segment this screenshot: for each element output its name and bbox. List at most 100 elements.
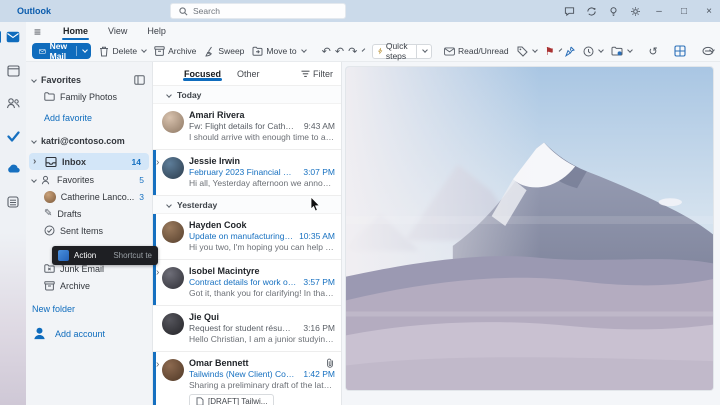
inbox-expand-icon[interactable]: › [33, 156, 40, 167]
rail-todo-icon[interactable] [5, 129, 21, 143]
avatar [162, 313, 184, 335]
message-row[interactable]: Jie Qui Request for student résumé revie… [153, 306, 341, 352]
apps-grid-icon [674, 45, 686, 57]
inbox-count: 14 [132, 157, 141, 167]
new-mail-dropdown[interactable] [76, 46, 91, 56]
rail-people-icon[interactable] [5, 96, 21, 110]
message-list: Focused Other Filter Today Amari Rivera … [152, 62, 342, 405]
delete-button[interactable]: Delete [95, 44, 150, 59]
sweep-broom-icon [204, 46, 215, 57]
avatar [162, 221, 184, 243]
titlebar: Outlook Search [0, 0, 720, 22]
search-placeholder: Search [193, 6, 220, 16]
quick-steps-dropdown[interactable] [416, 44, 431, 59]
expand-conversation-icon[interactable]: › [156, 267, 159, 278]
search-icon [179, 7, 188, 16]
print-button[interactable] [698, 44, 718, 58]
forward-dropdown[interactable] [362, 48, 366, 52]
search-input[interactable]: Search [170, 3, 346, 19]
tab-view[interactable]: View [106, 24, 129, 39]
favorites-header[interactable]: Favorites [26, 71, 152, 88]
rail-more-apps-icon[interactable] [5, 195, 21, 209]
rail-mail-icon[interactable] [5, 30, 21, 44]
tab-other[interactable]: Other [236, 65, 261, 83]
outlook-window: Outlook Search [0, 0, 720, 405]
message-row[interactable]: › Omar Bennett Tailwinds (New Client) Co… [153, 352, 341, 405]
tag-icon [517, 46, 528, 57]
clock-icon [583, 46, 594, 57]
reading-pane [342, 62, 720, 405]
drafts-pencil-icon: ✎ [44, 208, 52, 219]
ribbon-tabs: ≡ Home View Help [26, 22, 720, 41]
apps-button[interactable] [670, 43, 690, 59]
quick-steps-button[interactable]: Quick steps [372, 44, 432, 59]
trash-icon [99, 46, 109, 57]
folder-inbox[interactable]: › Inbox 14 [29, 153, 149, 170]
add-favorite-link[interactable]: Add favorite [26, 109, 152, 126]
settings-gear-icon[interactable] [630, 6, 641, 17]
archive-button[interactable]: Archive [150, 44, 200, 58]
filter-button[interactable]: Filter [301, 69, 333, 79]
avatar [162, 267, 184, 289]
close-button[interactable]: × [702, 6, 716, 17]
hamburger-menu-icon[interactable]: ≡ [34, 25, 41, 39]
pin-button[interactable] [561, 44, 579, 59]
read-unread-envelope-icon [444, 47, 455, 56]
folder-family-photos[interactable]: Family Photos [26, 88, 152, 105]
shortcut-keytip: Action Shortcut te [52, 246, 158, 265]
archive-icon [154, 46, 165, 56]
attachment-chip[interactable]: [DRAFT] Tailwi... [189, 394, 274, 405]
feedback-icon[interactable] [564, 6, 575, 17]
undo-button[interactable]: ↺ [644, 43, 661, 60]
attachment-paperclip-icon [326, 358, 334, 368]
folder-catherine[interactable]: Catherine Lanco... 3 [26, 188, 152, 205]
rail-onedrive-icon[interactable] [5, 162, 21, 176]
minimize-button[interactable]: – [652, 6, 666, 17]
tab-help[interactable]: Help [145, 24, 168, 39]
flag-button[interactable]: ⚑ [541, 43, 559, 60]
expand-conversation-icon[interactable]: › [156, 359, 159, 370]
message-row[interactable]: › Jessie Irwin February 2023 Financial R… [153, 150, 341, 196]
new-mail-button[interactable]: New Mail [32, 43, 91, 59]
filter-icon [301, 70, 310, 78]
tips-lightbulb-icon[interactable] [608, 6, 619, 17]
rail-calendar-icon[interactable] [5, 63, 21, 77]
move-to-button[interactable]: Move to [248, 44, 309, 58]
sweep-button[interactable]: Sweep [200, 44, 248, 59]
new-folder-link[interactable]: New folder [26, 300, 152, 317]
tab-home[interactable]: Home [61, 24, 90, 39]
add-account-button[interactable]: Add account [26, 325, 152, 342]
catherine-count: 3 [139, 192, 144, 202]
message-row[interactable]: Hayden Cook Update on manufacturing plan… [153, 214, 341, 260]
expand-conversation-icon[interactable]: › [156, 157, 159, 168]
collapse-folder-pane-icon[interactable] [134, 75, 145, 85]
folder-sent-items[interactable]: Sent Items [26, 222, 152, 239]
message-row[interactable]: › Isobel Macintyre Contract details for … [153, 260, 341, 306]
avatar [162, 359, 184, 381]
rules-folder-button[interactable] [607, 44, 636, 58]
sent-icon [44, 225, 55, 236]
maximize-button[interactable]: □ [677, 6, 691, 17]
folder-archive[interactable]: Archive [26, 277, 152, 294]
keytip-app-icon [58, 250, 69, 261]
categorize-tag-button[interactable] [513, 44, 541, 59]
pin-icon [565, 46, 575, 57]
folder-drafts[interactable]: ✎ Drafts [26, 205, 152, 222]
mouse-cursor [310, 197, 321, 214]
read-unread-button[interactable]: Read/Unread [440, 44, 513, 58]
app-title: Outlook [17, 6, 51, 16]
forward-button[interactable]: ↷ [344, 43, 361, 60]
wallpaper-image [345, 66, 714, 391]
document-icon [196, 397, 204, 405]
sync-icon[interactable] [586, 6, 597, 17]
group-header-today[interactable]: Today [153, 86, 341, 104]
tab-focused[interactable]: Focused [183, 65, 222, 83]
snooze-button[interactable] [579, 44, 607, 59]
new-mail-envelope-icon [39, 47, 46, 56]
account-header[interactable]: katri@contoso.com [26, 132, 152, 149]
favorites-count: 5 [139, 175, 144, 185]
app-rail [0, 22, 26, 405]
message-row[interactable]: Amari Rivera Fw: Flight details for Cath… [153, 104, 341, 150]
lightning-icon [378, 46, 383, 56]
folder-favorites-contacts[interactable]: Favorites 5 [26, 171, 152, 188]
